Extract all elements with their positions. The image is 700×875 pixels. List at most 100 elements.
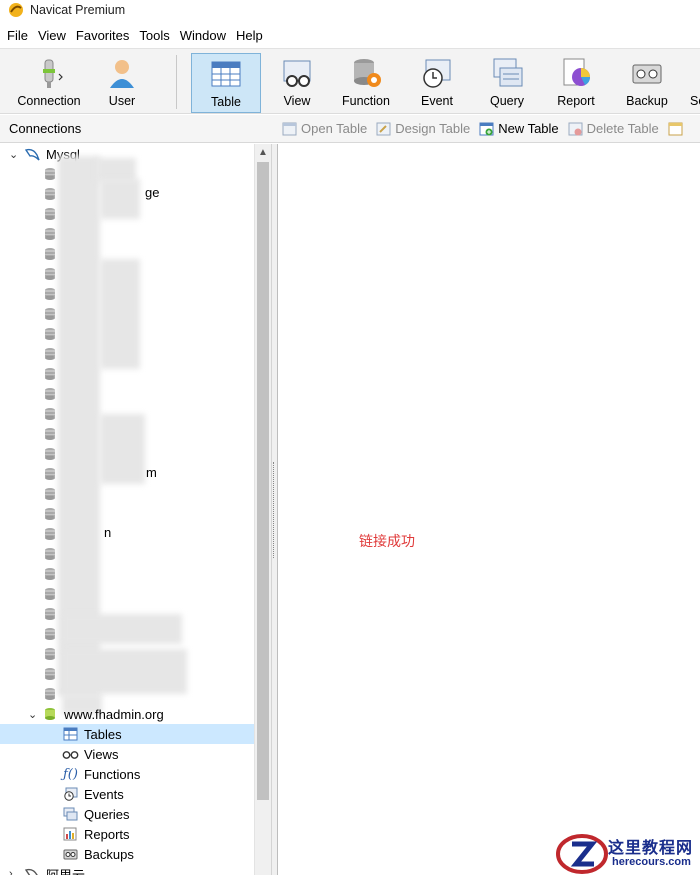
database-icon — [45, 668, 55, 680]
user-icon — [110, 60, 134, 88]
event-label: Event — [421, 94, 453, 108]
watermark-logo-icon — [556, 834, 608, 874]
db-name-fragment: m — [146, 465, 157, 480]
tree-connection-aliyun[interactable]: › 阿里云 — [0, 864, 254, 875]
expand-chevron-icon[interactable]: › — [9, 868, 13, 875]
queries-icon — [63, 807, 78, 821]
function-gear-db-icon — [354, 59, 381, 87]
menu-file[interactable]: File — [7, 28, 28, 43]
tables-icon — [63, 727, 78, 741]
reports-chart-icon — [63, 827, 77, 841]
scroll-thumb[interactable] — [257, 162, 269, 800]
pane-splitter[interactable] — [271, 144, 278, 875]
connection-button[interactable]: Connection — [8, 53, 90, 113]
connection-tree: ⌄ Mysql ge m n ⌄ www.fhadmin.org Tables … — [0, 144, 254, 875]
backup-tape-icon — [632, 64, 662, 84]
function-button[interactable]: Function — [338, 53, 394, 113]
new-table-button[interactable]: New Table — [479, 121, 559, 136]
user-button[interactable]: User — [98, 53, 146, 113]
open-database-icon — [45, 708, 55, 720]
database-icon — [45, 288, 55, 300]
tree-item-reports[interactable]: Reports — [0, 824, 254, 844]
tree-database-fhadmin[interactable]: ⌄ www.fhadmin.org — [0, 704, 254, 724]
functions-fx-icon: ƒ() — [63, 766, 78, 782]
database-icon — [45, 208, 55, 220]
design-table-icon — [376, 122, 391, 135]
object-toolbar: Open Table Design Table New Table Delete… — [278, 115, 700, 143]
database-icon — [45, 308, 55, 320]
tree-scrollbar[interactable]: ▲ — [254, 144, 271, 875]
query-icon — [493, 58, 523, 87]
table-grid-icon — [211, 61, 241, 87]
database-label: www.fhadmin.org — [64, 706, 164, 722]
menu-help[interactable]: Help — [236, 28, 263, 43]
tree-database-item[interactable] — [0, 564, 254, 584]
tables-label: Tables — [84, 726, 122, 742]
database-icon — [45, 348, 55, 360]
splitter-grip[interactable] — [273, 462, 277, 558]
views-label: Views — [84, 746, 119, 762]
database-icon — [45, 328, 55, 340]
database-icon — [45, 588, 55, 600]
table-button[interactable]: Table — [191, 53, 261, 113]
menu-window[interactable]: Window — [180, 28, 226, 43]
collapse-chevron-icon[interactable]: ⌄ — [9, 148, 18, 161]
database-icon — [45, 368, 55, 380]
menu-view[interactable]: View — [38, 28, 66, 43]
menu-bar: File View Favorites Tools Window Help — [0, 23, 700, 47]
report-button[interactable]: Report — [552, 53, 600, 113]
collapse-chevron-icon[interactable]: ⌄ — [28, 708, 37, 721]
backups-label: Backups — [84, 846, 134, 862]
tree-database-item[interactable] — [0, 584, 254, 604]
tree-database-item[interactable] — [0, 224, 254, 244]
menu-favorites[interactable]: Favorites — [76, 28, 129, 43]
database-icon — [45, 408, 55, 420]
database-icon — [45, 548, 55, 560]
tree-database-item[interactable] — [0, 524, 254, 544]
database-icon — [45, 188, 55, 200]
report-chart-icon — [563, 58, 590, 86]
schedule-label: So — [690, 94, 700, 108]
database-icon — [45, 508, 55, 520]
database-icon — [45, 228, 55, 240]
view-button[interactable]: View — [270, 53, 324, 113]
query-button[interactable]: Query — [484, 53, 530, 113]
tree-item-tables[interactable]: Tables — [0, 724, 254, 744]
open-table-button[interactable]: Open Table — [282, 121, 367, 136]
toolbar-separator — [176, 55, 177, 109]
tree-database-item[interactable] — [0, 544, 254, 564]
mysql-dolphin-icon — [24, 148, 40, 161]
tree-item-queries[interactable]: Queries — [0, 804, 254, 824]
database-icon — [45, 168, 55, 180]
site-watermark: 这里教程网 herecours.com — [548, 832, 700, 875]
event-button[interactable]: Event — [414, 53, 460, 113]
event-clock-icon — [423, 59, 451, 88]
open-table-label: Open Table — [301, 121, 368, 136]
navicat-logo-icon — [9, 3, 23, 17]
database-icon — [45, 528, 55, 540]
tree-database-item[interactable] — [0, 384, 254, 404]
queries-label: Queries — [84, 806, 130, 822]
backup-button[interactable]: Backup — [622, 53, 672, 113]
delete-table-button[interactable]: Delete Table — [568, 121, 659, 136]
delete-table-icon — [568, 122, 583, 135]
import-wizard-button[interactable] — [668, 122, 687, 136]
database-icon — [45, 388, 55, 400]
report-label: Report — [557, 94, 595, 108]
scroll-up-arrow-icon[interactable]: ▲ — [255, 144, 271, 160]
tree-database-item[interactable] — [0, 504, 254, 524]
design-table-button[interactable]: Design Table — [376, 121, 470, 136]
schedule-button[interactable]: So — [686, 53, 700, 113]
database-icon — [45, 648, 55, 660]
tree-item-functions[interactable]: ƒ() Functions — [0, 764, 254, 784]
views-glasses-icon — [62, 751, 79, 759]
tree-item-backups[interactable]: Backups — [0, 844, 254, 864]
design-table-label: Design Table — [395, 121, 471, 136]
tree-item-views[interactable]: Views — [0, 744, 254, 764]
import-wizard-icon — [668, 122, 683, 135]
menu-tools[interactable]: Tools — [139, 28, 169, 43]
tree-item-events[interactable]: Events — [0, 784, 254, 804]
tree-database-item[interactable] — [0, 484, 254, 504]
connection-status-message: 链接成功 — [359, 534, 415, 550]
view-glasses-icon — [283, 60, 311, 87]
